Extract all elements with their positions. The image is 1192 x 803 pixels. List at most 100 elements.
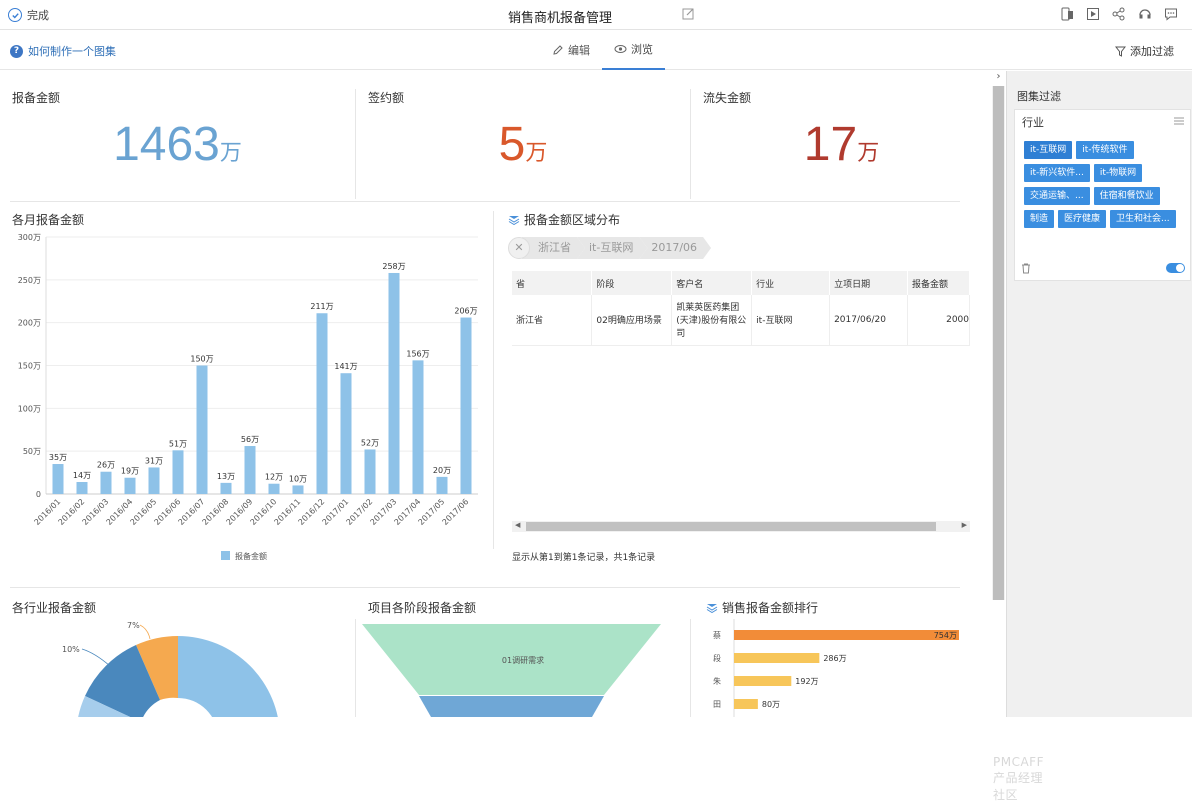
menu-icon[interactable] bbox=[1174, 117, 1184, 125]
table-horizontal-scrollbar[interactable]: ◀ ▶ bbox=[512, 521, 970, 532]
kpi-unit: 万 bbox=[857, 140, 880, 165]
bar[interactable] bbox=[316, 313, 328, 494]
kpi-unit: 万 bbox=[525, 140, 548, 165]
canvas-vertical-scrollbar[interactable] bbox=[992, 86, 1005, 600]
crumb-province[interactable]: 浙江省 bbox=[522, 237, 585, 259]
filter-tag[interactable]: it-传统软件 bbox=[1076, 141, 1134, 159]
filter-icon bbox=[1115, 46, 1126, 57]
collapse-panel-icon[interactable]: › bbox=[992, 71, 1005, 86]
comment-icon[interactable] bbox=[1164, 7, 1178, 21]
clear-drill-icon[interactable]: ✕ bbox=[508, 237, 530, 259]
table-row[interactable]: 浙江省 02明确应用场景 凯莱英医药集团(天津)股份有限公司 it-互联网 20… bbox=[512, 295, 970, 346]
filter-tag[interactable]: 卫生和社会... bbox=[1110, 210, 1176, 228]
column-header[interactable]: 客户名 bbox=[671, 271, 753, 295]
filter-panel: 图集过滤 行业 it-互联网 it-传统软件 it-新兴软件... it-物联网… bbox=[1006, 71, 1192, 717]
bar[interactable] bbox=[124, 477, 136, 494]
bar-value-label: 35万 bbox=[49, 453, 67, 462]
tab-edit-label: 编辑 bbox=[568, 44, 590, 57]
share-icon[interactable] bbox=[1112, 7, 1126, 21]
table-cell: 2017/06/20 bbox=[829, 295, 909, 346]
kpi-number: 5 bbox=[498, 118, 526, 171]
bar[interactable] bbox=[364, 449, 376, 494]
bar-value-label: 12万 bbox=[265, 473, 283, 482]
bar[interactable] bbox=[220, 482, 232, 494]
column-header[interactable]: 省 bbox=[512, 271, 593, 295]
add-filter-label: 添加过滤 bbox=[1130, 45, 1174, 58]
rank-bar[interactable] bbox=[734, 653, 820, 663]
play-icon[interactable] bbox=[1086, 7, 1100, 21]
edit-title-icon[interactable] bbox=[682, 7, 695, 20]
rank-value-label: 192万 bbox=[795, 677, 818, 686]
legend-label[interactable]: 报备金额 bbox=[235, 551, 267, 561]
bar[interactable] bbox=[172, 450, 184, 494]
trash-icon[interactable] bbox=[1021, 263, 1031, 274]
y-tick-label: 50万 bbox=[23, 447, 41, 456]
crumb-month[interactable]: 2017/06 bbox=[639, 237, 711, 259]
bar[interactable] bbox=[196, 365, 208, 495]
y-tick-label: 250万 bbox=[18, 276, 41, 285]
bar[interactable] bbox=[460, 317, 472, 494]
kpi-report-amount[interactable]: 报备金额 1463万 bbox=[0, 71, 355, 201]
bar[interactable] bbox=[412, 360, 424, 494]
monthly-bar-chart[interactable]: 050万100万150万200万250万300万35万2016/0114万201… bbox=[0, 229, 495, 574]
scroll-right-icon[interactable]: ▶ bbox=[962, 521, 967, 529]
filter-tag[interactable]: it-物联网 bbox=[1093, 164, 1143, 182]
rank-bar[interactable] bbox=[734, 699, 758, 709]
kpi-unit: 万 bbox=[219, 140, 242, 165]
rank-value-label: 80万 bbox=[762, 700, 780, 709]
bar[interactable] bbox=[76, 482, 88, 494]
rank-name: 田 bbox=[713, 700, 721, 709]
sales-rank-chart[interactable]: 蔡 754万段 286万朱 192万田 80万 bbox=[691, 611, 971, 717]
bar[interactable] bbox=[100, 471, 112, 494]
scroll-thumb[interactable] bbox=[993, 86, 1004, 600]
bar-value-label: 20万 bbox=[433, 466, 451, 475]
help-link[interactable]: ? 如何制作一个图集 bbox=[10, 43, 116, 59]
bar[interactable] bbox=[148, 467, 160, 494]
filter-tag[interactable]: 住宿和餐饮业 bbox=[1093, 187, 1160, 205]
scroll-thumb[interactable] bbox=[526, 522, 936, 531]
help-label: 如何制作一个图集 bbox=[28, 45, 116, 58]
industry-donut-chart[interactable]: 10% 7% bbox=[0, 611, 355, 717]
stage-funnel-chart[interactable]: 01调研需求 bbox=[356, 611, 690, 717]
crumb-industry[interactable]: it-互联网 bbox=[577, 237, 647, 259]
help-icon: ? bbox=[10, 44, 23, 58]
table-header-row: 省 阶段 客户名 行业 立项日期 报备金额 bbox=[512, 271, 970, 295]
bar-value-label: 56万 bbox=[241, 435, 259, 444]
column-header[interactable]: 阶段 bbox=[591, 271, 673, 295]
bar[interactable] bbox=[388, 272, 400, 494]
tab-edit[interactable]: 编辑 bbox=[540, 30, 602, 70]
add-filter-button[interactable]: 添加过滤 bbox=[1115, 43, 1174, 59]
bar[interactable] bbox=[436, 476, 448, 494]
kpi-lost-amount[interactable]: 流失金额 17万 bbox=[691, 71, 992, 201]
bar-value-label: 13万 bbox=[217, 472, 235, 481]
tab-browse[interactable]: 浏览 bbox=[602, 30, 665, 70]
bar[interactable] bbox=[268, 483, 280, 494]
bar[interactable] bbox=[244, 446, 256, 494]
filter-name: 行业 bbox=[1022, 116, 1044, 129]
kpi-signed-amount[interactable]: 签约额 5万 bbox=[356, 71, 690, 201]
rank-bar[interactable] bbox=[734, 630, 959, 640]
bar[interactable] bbox=[52, 464, 64, 494]
watermark: PMCAFF 产品经理社区 bbox=[993, 755, 1044, 802]
bar-value-label: 51万 bbox=[169, 439, 187, 448]
filter-tag[interactable]: it-互联网 bbox=[1024, 141, 1073, 159]
bar-value-label: 10万 bbox=[289, 474, 307, 483]
pencil-icon bbox=[553, 45, 563, 55]
filter-tag[interactable]: it-新兴软件... bbox=[1024, 164, 1090, 182]
filter-tag[interactable]: 医疗健康 bbox=[1058, 210, 1107, 228]
table-cell: it-互联网 bbox=[751, 295, 831, 346]
column-header[interactable]: 报备金额 bbox=[907, 271, 970, 295]
filter-tag[interactable]: 制造 bbox=[1024, 210, 1055, 228]
column-header[interactable]: 立项日期 bbox=[829, 271, 909, 295]
filter-tag[interactable]: 交通运输、... bbox=[1024, 187, 1090, 205]
bar-value-label: 156万 bbox=[406, 349, 429, 358]
column-header[interactable]: 行业 bbox=[751, 271, 831, 295]
support-icon[interactable] bbox=[1138, 7, 1152, 21]
rank-bar[interactable] bbox=[734, 676, 792, 686]
mobile-preview-icon[interactable] bbox=[1060, 7, 1074, 21]
filter-toggle[interactable] bbox=[1166, 263, 1185, 273]
bar[interactable] bbox=[292, 485, 304, 494]
bar[interactable] bbox=[340, 373, 352, 494]
divider bbox=[10, 587, 960, 588]
scroll-left-icon[interactable]: ◀ bbox=[515, 521, 520, 529]
